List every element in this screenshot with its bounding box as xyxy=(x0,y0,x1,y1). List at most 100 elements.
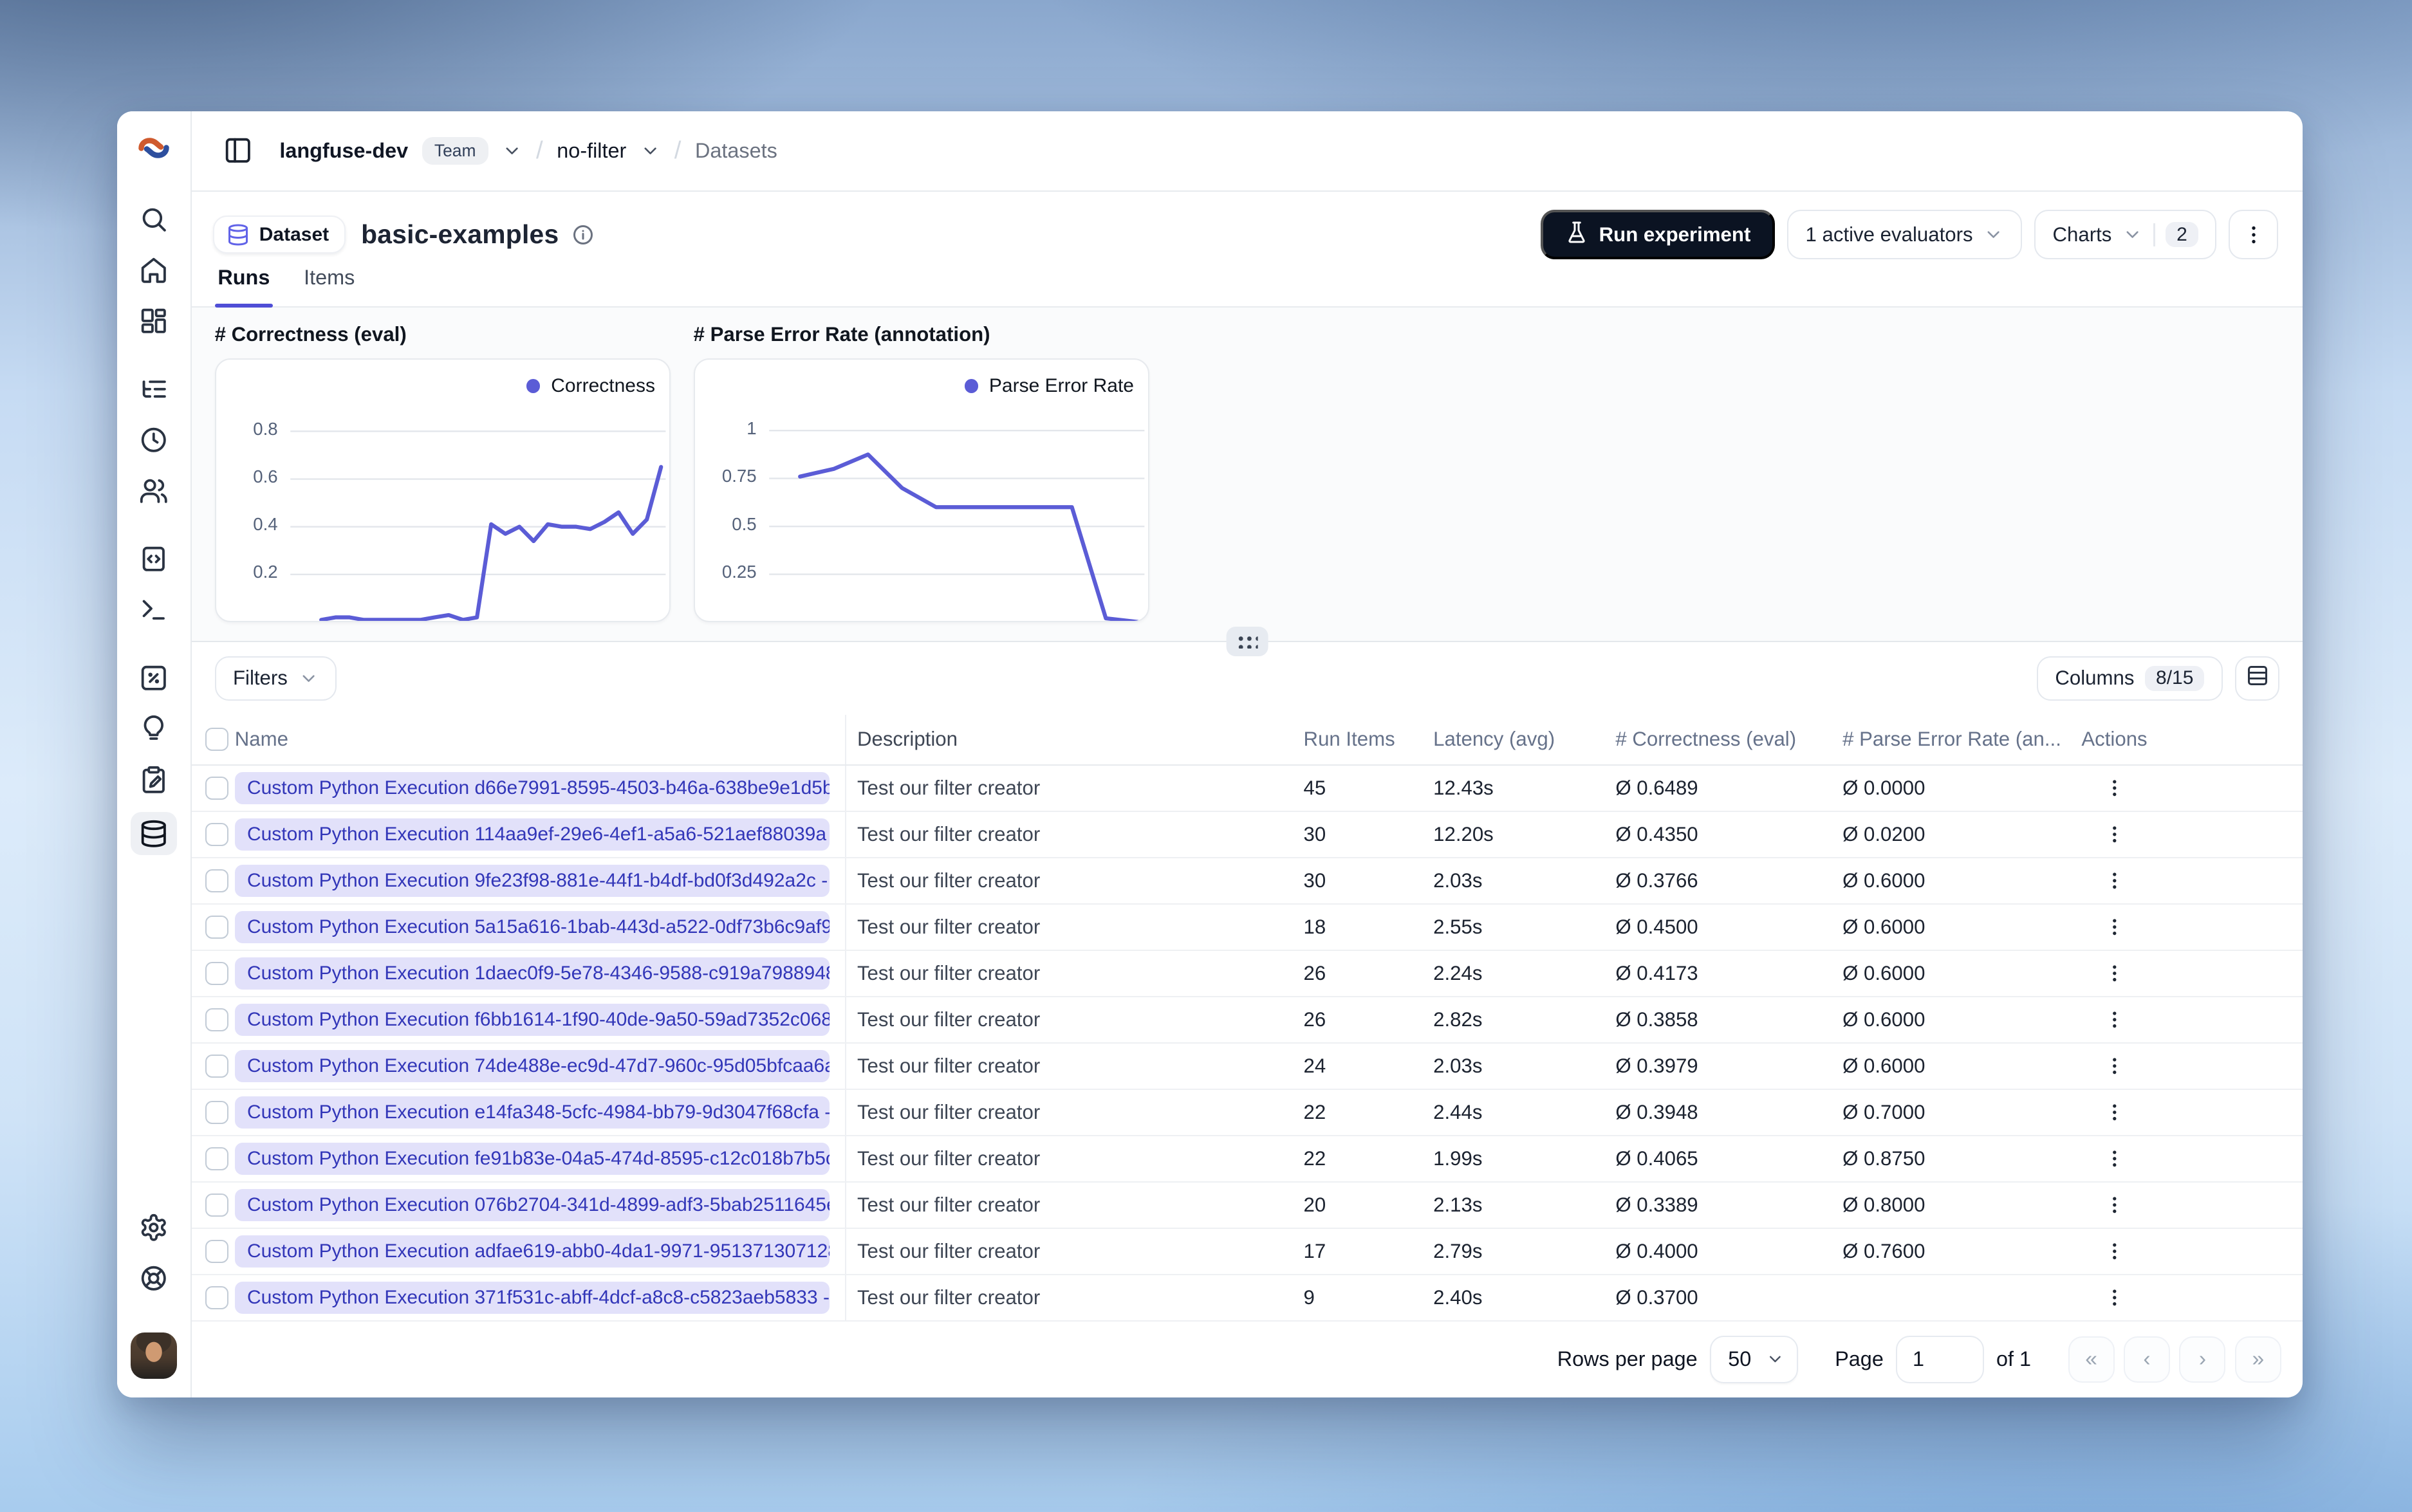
breadcrumb-current[interactable]: Datasets xyxy=(695,139,777,163)
run-name-link[interactable]: Custom Python Execution d66e7991-8595-45… xyxy=(234,771,830,805)
playground-terminal-icon[interactable] xyxy=(134,591,174,629)
row-actions-menu[interactable] xyxy=(2096,908,2133,946)
dashboards-icon[interactable] xyxy=(134,302,174,340)
row-checkbox[interactable] xyxy=(205,1100,229,1124)
tab-items[interactable]: Items xyxy=(304,266,355,306)
row-actions-menu[interactable] xyxy=(2096,1047,2133,1085)
column-header-run-items[interactable]: Run Items xyxy=(1304,715,1434,764)
active-evaluators-dropdown[interactable]: 1 active evaluators xyxy=(1787,210,2022,260)
row-actions-menu[interactable] xyxy=(2096,862,2133,899)
row-checkbox[interactable] xyxy=(205,1193,229,1217)
run-name-link[interactable]: Custom Python Execution 371f531c-abff-4d… xyxy=(234,1281,830,1314)
column-header-parse-error-rate[interactable]: # Parse Error Rate (an... xyxy=(1842,715,2070,764)
run-name-link[interactable]: Custom Python Execution fe91b83e-04a5-47… xyxy=(234,1142,830,1175)
table-row[interactable]: Custom Python Execution 1daec0f9-5e78-43… xyxy=(191,950,2303,997)
row-checkbox[interactable] xyxy=(205,1286,229,1309)
run-name-link[interactable]: Custom Python Execution 076b2704-341d-48… xyxy=(234,1188,830,1222)
project-chevron-down-icon[interactable] xyxy=(640,141,660,161)
run-description: Test our filter creator xyxy=(857,1286,1041,1309)
row-actions-menu[interactable] xyxy=(2096,1094,2133,1131)
table-row[interactable]: Custom Python Execution fe91b83e-04a5-47… xyxy=(191,1136,2303,1183)
rows-per-page-select[interactable]: 50 xyxy=(1709,1335,1798,1383)
home-icon[interactable] xyxy=(134,252,174,289)
table-row[interactable]: Custom Python Execution 114aa9ef-29e6-4e… xyxy=(191,811,2303,858)
row-checkbox[interactable] xyxy=(205,915,229,939)
row-actions-menu[interactable] xyxy=(2096,816,2133,853)
chart-title: # Parse Error Rate (annotation) xyxy=(693,322,990,346)
row-checkbox[interactable] xyxy=(205,1008,229,1031)
row-checkbox[interactable] xyxy=(205,869,229,892)
row-actions-menu[interactable] xyxy=(2096,1233,2133,1270)
correctness-value: Ø 0.4500 xyxy=(1615,915,1698,938)
previous-page-button[interactable]: ‹ xyxy=(2124,1336,2171,1383)
settings-gear-icon[interactable] xyxy=(134,1209,174,1246)
breadcrumb-project[interactable]: no-filter xyxy=(557,139,626,163)
breadcrumb-org[interactable]: langfuse-dev xyxy=(279,139,408,163)
prompts-icon[interactable] xyxy=(134,540,174,578)
run-experiment-button[interactable]: Run experiment xyxy=(1541,210,1775,260)
tab-runs[interactable]: Runs xyxy=(214,266,273,308)
last-page-button[interactable]: » xyxy=(2234,1336,2281,1383)
table-row[interactable]: Custom Python Execution 74de488e-ec9d-47… xyxy=(191,1043,2303,1090)
more-actions-button[interactable] xyxy=(2229,210,2278,260)
column-header-description[interactable]: Description xyxy=(846,715,1303,764)
row-actions-menu[interactable] xyxy=(2096,955,2133,992)
column-header-correctness[interactable]: # Correctness (eval) xyxy=(1615,715,1842,764)
table-row[interactable]: Custom Python Execution adfae619-abb0-4d… xyxy=(191,1228,2303,1275)
page-number-input[interactable] xyxy=(1896,1335,1984,1383)
row-checkbox[interactable] xyxy=(205,822,229,846)
insights-lightbulb-icon[interactable] xyxy=(134,710,174,748)
table-row[interactable]: Custom Python Execution 371f531c-abff-4d… xyxy=(191,1275,2303,1322)
sidebar-toggle-icon[interactable] xyxy=(216,129,259,172)
row-actions-menu[interactable] xyxy=(2096,1001,2133,1038)
row-checkbox[interactable] xyxy=(205,961,229,985)
users-icon[interactable] xyxy=(134,472,174,510)
column-header-latency[interactable]: Latency (avg) xyxy=(1433,715,1615,764)
row-height-button[interactable] xyxy=(2234,656,2280,701)
row-actions-menu[interactable] xyxy=(2096,1279,2133,1316)
y-axis-tick-label: 0.75 xyxy=(721,466,757,486)
resize-grip-handle[interactable] xyxy=(1226,627,1268,656)
table-row[interactable]: Custom Python Execution 5a15a616-1bab-44… xyxy=(191,904,2303,951)
tracing-icon[interactable] xyxy=(134,371,174,408)
annotation-queues-icon[interactable] xyxy=(134,761,174,798)
next-page-button[interactable]: › xyxy=(2179,1336,2226,1383)
run-name-link[interactable]: Custom Python Execution 5a15a616-1bab-44… xyxy=(234,910,830,944)
chevron-down-icon xyxy=(2122,225,2142,244)
column-header-name[interactable]: Name xyxy=(232,714,847,764)
table-row[interactable]: Custom Python Execution e14fa348-5cfc-49… xyxy=(191,1089,2303,1136)
filters-label: Filters xyxy=(232,667,288,690)
table-row[interactable]: Custom Python Execution d66e7991-8595-45… xyxy=(191,765,2303,812)
filters-button[interactable]: Filters xyxy=(214,656,337,701)
run-name-link[interactable]: Custom Python Execution 9fe23f98-881e-44… xyxy=(234,864,830,898)
langfuse-logo-icon[interactable] xyxy=(117,111,190,192)
row-actions-menu[interactable] xyxy=(2096,1186,2133,1224)
run-name-link[interactable]: Custom Python Execution f6bb1614-1f90-40… xyxy=(234,1003,830,1037)
run-name-link[interactable]: Custom Python Execution adfae619-abb0-4d… xyxy=(234,1235,830,1268)
table-row[interactable]: Custom Python Execution 076b2704-341d-48… xyxy=(191,1182,2303,1229)
row-actions-menu[interactable] xyxy=(2096,1140,2133,1177)
row-checkbox[interactable] xyxy=(205,1054,229,1078)
charts-dropdown[interactable]: Charts 2 xyxy=(2034,210,2217,260)
info-icon[interactable] xyxy=(571,223,595,246)
user-avatar[interactable] xyxy=(130,1332,177,1379)
support-lifebuoy-icon[interactable] xyxy=(134,1260,174,1297)
run-name-link[interactable]: Custom Python Execution e14fa348-5cfc-49… xyxy=(234,1096,830,1129)
table-row[interactable]: Custom Python Execution f6bb1614-1f90-40… xyxy=(191,997,2303,1044)
org-chevron-down-icon[interactable] xyxy=(502,141,522,161)
table-row[interactable]: Custom Python Execution 9fe23f98-881e-44… xyxy=(191,858,2303,905)
evaluators-icon[interactable] xyxy=(134,659,174,697)
run-name-link[interactable]: Custom Python Execution 74de488e-ec9d-47… xyxy=(234,1049,830,1083)
row-checkbox[interactable] xyxy=(205,1239,229,1263)
row-checkbox[interactable] xyxy=(205,1147,229,1170)
row-actions-menu[interactable] xyxy=(2096,770,2133,807)
run-name-link[interactable]: Custom Python Execution 114aa9ef-29e6-4e… xyxy=(234,818,830,851)
row-checkbox[interactable] xyxy=(205,776,229,800)
run-name-link[interactable]: Custom Python Execution 1daec0f9-5e78-43… xyxy=(234,957,830,990)
columns-button[interactable]: Columns 8/15 xyxy=(2036,656,2223,701)
first-page-button[interactable]: « xyxy=(2068,1336,2115,1383)
sessions-clock-icon[interactable] xyxy=(134,421,174,459)
search-icon[interactable] xyxy=(134,201,174,238)
select-all-checkbox[interactable] xyxy=(205,728,229,751)
datasets-icon[interactable] xyxy=(130,812,177,856)
